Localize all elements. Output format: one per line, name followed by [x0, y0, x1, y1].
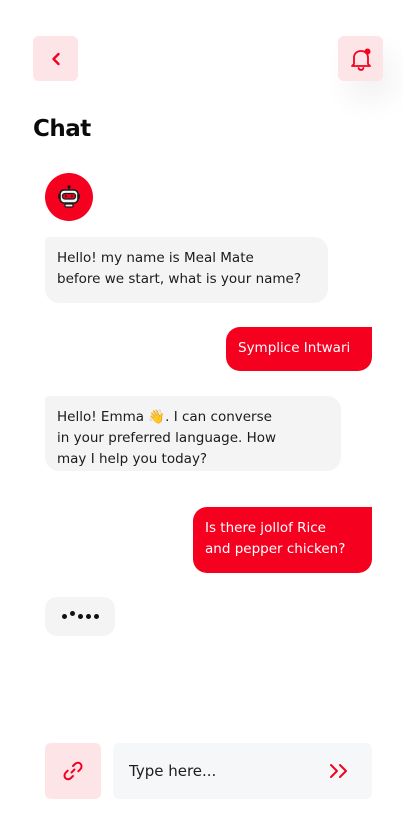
chevron-left-icon: [51, 52, 60, 65]
user-message: Symplice Intwari: [226, 327, 372, 371]
typing-indicator: [45, 597, 115, 636]
page-title: Chat: [33, 116, 91, 142]
message-line: Hello! my name is Meal Mate: [57, 250, 254, 266]
typing-dot: [77, 614, 83, 619]
message-line: Hello! Emma 👋. I can converse: [57, 409, 272, 425]
double-chevron-right-icon: [330, 764, 347, 778]
link-icon: [63, 761, 83, 781]
send-button[interactable]: [328, 761, 350, 781]
attach-button[interactable]: [45, 743, 101, 799]
typing-dot: [69, 611, 75, 616]
bot-message: Hello! my name is Meal Mate before we st…: [45, 237, 328, 303]
message-line: may I help you today?: [57, 451, 208, 467]
message-composer: [113, 743, 372, 799]
message-line: before we start, what is your name?: [57, 271, 302, 287]
bot-avatar: [45, 173, 93, 221]
message-input[interactable]: [129, 762, 319, 780]
message-line: in your preferred language. How: [57, 430, 277, 446]
typing-dot: [85, 614, 91, 619]
bell-icon: [350, 48, 371, 71]
message-line: and pepper chicken?: [205, 541, 346, 557]
bot-message: Hello! Emma 👋. I can converse in your pr…: [45, 396, 341, 471]
back-button[interactable]: [33, 36, 78, 81]
message-line: Symplice Intwari: [238, 340, 351, 356]
notification-button[interactable]: [338, 36, 383, 81]
typing-dot: [61, 614, 67, 619]
message-line: Is there jollof Rice: [205, 520, 326, 536]
user-message: Is there jollof Rice and pepper chicken?: [193, 507, 372, 573]
robot-icon: [58, 185, 80, 208]
typing-dot: [93, 614, 99, 619]
